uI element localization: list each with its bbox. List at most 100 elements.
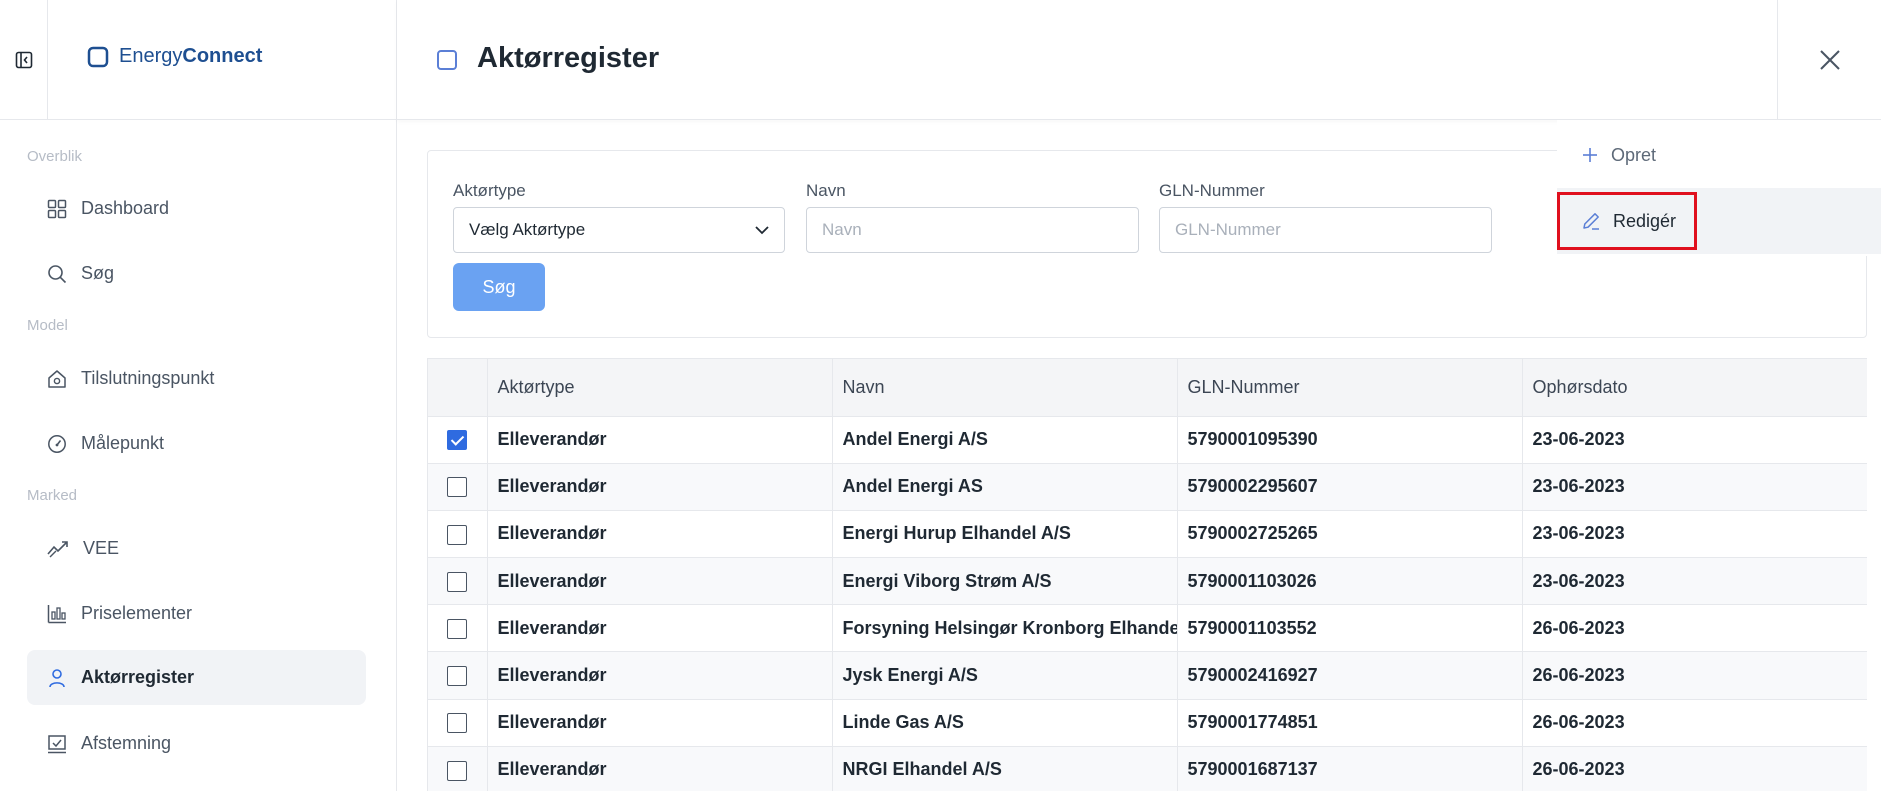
cell-navn: Energi Viborg Strøm A/S <box>832 557 1178 606</box>
sidebar-item-vee[interactable]: VEE <box>27 521 366 576</box>
cell-ophorsdato: 26-06-2023 <box>1522 651 1867 700</box>
brand-logo[interactable]: EnergyConnect <box>87 45 262 68</box>
sidebar-item-dashboard[interactable]: Dashboard <box>27 181 366 236</box>
page-title: Aktørregister <box>477 42 660 74</box>
sidebar-item-label: Tilslutningspunkt <box>81 368 215 388</box>
gauge-icon <box>48 434 66 453</box>
cell-navn: Energi Hurup Elhandel A/S <box>832 510 1178 559</box>
table-row[interactable]: Elleverandør Energi Hurup Elhandel A/S 579… <box>428 510 1867 559</box>
section-label-overblik: Overblik <box>27 148 83 165</box>
sidebar-item-afstemning[interactable]: Afstemning <box>27 716 366 771</box>
sidebar-item-label: Målepunkt <box>81 433 165 453</box>
pencil-icon <box>1583 213 1599 230</box>
aktortype-select-value: Vælg Aktørtype <box>469 220 586 239</box>
close-button[interactable] <box>1777 0 1881 120</box>
row-select-cell <box>428 510 488 559</box>
row-checkbox[interactable] <box>447 666 468 687</box>
cell-navn: Forsyning Helsingør Kronborg Elhandel A/… <box>832 604 1178 653</box>
row-select-cell <box>428 416 488 464</box>
sidebar-item-label: Dashboard <box>81 198 170 218</box>
header-select-cell <box>428 359 488 417</box>
cell-navn: Jysk Energi A/S <box>832 651 1178 700</box>
edit-button[interactable]: Redigér <box>1557 188 1881 254</box>
row-select-cell <box>428 651 488 700</box>
search-icon <box>48 264 67 283</box>
row-checkbox[interactable] <box>447 524 468 545</box>
sidebar-item-label: Afstemning <box>81 733 172 753</box>
cell-aktortype: Elleverandør <box>487 746 833 791</box>
logo-bar: EnergyConnect <box>0 0 397 120</box>
row-select-cell <box>428 746 488 791</box>
cell-aktortype: Elleverandør <box>487 463 833 511</box>
row-checkbox[interactable] <box>447 713 468 734</box>
row-select-cell <box>428 463 488 511</box>
section-label-marked: Marked <box>27 487 78 504</box>
close-icon <box>1819 49 1840 70</box>
cell-navn: NRGI Elhandel A/S <box>832 746 1178 791</box>
sidebar-item-tilslutningspunkt[interactable]: Tilslutningspunkt <box>27 351 366 406</box>
table-row[interactable]: Elleverandør NRGI Elhandel A/S 57900016871… <box>428 746 1867 791</box>
section-label-model: Model <box>27 317 68 334</box>
cell-gln: 5790002295607 <box>1177 463 1523 511</box>
cell-navn: Linde Gas A/S <box>832 699 1178 747</box>
table-header-row: Aktørtype Navn GLN-Nummer Ophørsdato <box>428 359 1867 417</box>
search-button[interactable]: Søg <box>453 263 545 311</box>
action-menu: Opret Redigér <box>1557 120 1881 256</box>
sidebar: Overblik Dashboard Søg Model Tilslutning… <box>0 120 397 791</box>
row-select-cell <box>428 699 488 747</box>
column-header-aktortype[interactable]: Aktørtype <box>487 359 833 417</box>
row-checkbox[interactable] <box>447 760 468 781</box>
column-header-navn[interactable]: Navn <box>832 359 1178 417</box>
plus-icon <box>1583 148 1597 162</box>
row-checkbox[interactable] <box>447 618 468 639</box>
table-row[interactable]: Elleverandør Jysk Energi A/S 5790002416927… <box>428 651 1867 700</box>
cell-gln: 5790001103552 <box>1177 604 1523 653</box>
trend-icon <box>47 540 68 557</box>
grid-icon <box>47 199 67 218</box>
house-plug-icon <box>48 369 66 388</box>
create-label: Opret <box>1611 144 1657 165</box>
cell-gln: 5790001687137 <box>1177 746 1523 791</box>
sidebar-item-label: Aktørregister <box>81 667 195 687</box>
cell-aktortype: Elleverandør <box>487 510 833 559</box>
edit-label: Redigér <box>1613 210 1677 231</box>
sidebar-item-malepunkt[interactable]: Målepunkt <box>27 416 366 471</box>
table-row[interactable]: Elleverandør Andel Energi A/S 579000109539… <box>428 416 1867 464</box>
cell-ophorsdato: 23-06-2023 <box>1522 557 1867 606</box>
create-button[interactable]: Opret <box>1557 122 1881 188</box>
chevron-down-icon <box>755 226 769 235</box>
sidebar-item-priselementer[interactable]: Priselementer <box>27 586 366 641</box>
aktortype-select[interactable]: Vælg Aktørtype <box>453 207 785 253</box>
navn-input[interactable] <box>806 207 1139 253</box>
row-checkbox[interactable] <box>447 477 468 498</box>
row-checkbox[interactable] <box>447 571 468 592</box>
cell-aktortype: Elleverandør <box>487 416 833 464</box>
sidebar-item-search[interactable]: Søg <box>27 246 366 301</box>
sidebar-item-label: Priselementer <box>81 603 193 623</box>
cell-ophorsdato: 23-06-2023 <box>1522 510 1867 559</box>
sidebar-item-aktorregister[interactable]: Aktørregister <box>27 650 366 705</box>
table-row[interactable]: Elleverandør Andel Energi AS 5790002295607… <box>428 463 1867 511</box>
logo-square-icon <box>87 46 109 67</box>
cell-gln: 5790002416927 <box>1177 651 1523 700</box>
table-row[interactable]: Elleverandør Forsyning Helsingør Kronborg… <box>428 604 1867 653</box>
sidebar-item-label: VEE <box>83 538 120 558</box>
aktortype-label: Aktørtype <box>453 181 526 200</box>
cell-gln: 5790001774851 <box>1177 699 1523 747</box>
row-checkbox[interactable] <box>447 430 468 451</box>
sidebar-collapse-button[interactable] <box>0 0 48 120</box>
table-row[interactable]: Elleverandør Energi Viborg Strøm A/S 57900… <box>428 557 1867 606</box>
gln-input[interactable] <box>1159 207 1492 253</box>
cell-navn: Andel Energi AS <box>832 463 1178 511</box>
cell-gln: 5790001103026 <box>1177 557 1523 606</box>
table-row[interactable]: Elleverandør Linde Gas A/S 5790001774851 26… <box>428 699 1867 747</box>
cell-ophorsdato: 23-06-2023 <box>1522 463 1867 511</box>
column-header-ophorsdato[interactable]: Ophørsdato <box>1522 359 1867 417</box>
cell-gln: 5790001095390 <box>1177 416 1523 464</box>
sidebar-collapse-icon <box>15 51 32 69</box>
cell-ophorsdato: 26-06-2023 <box>1522 699 1867 747</box>
sidebar-item-label: Søg <box>81 263 115 283</box>
gln-label: GLN-Nummer <box>1159 181 1265 200</box>
column-header-gln[interactable]: GLN-Nummer <box>1177 359 1523 417</box>
actor-table: Aktørtype Navn GLN-Nummer Ophørsdato Ell… <box>427 358 1867 791</box>
